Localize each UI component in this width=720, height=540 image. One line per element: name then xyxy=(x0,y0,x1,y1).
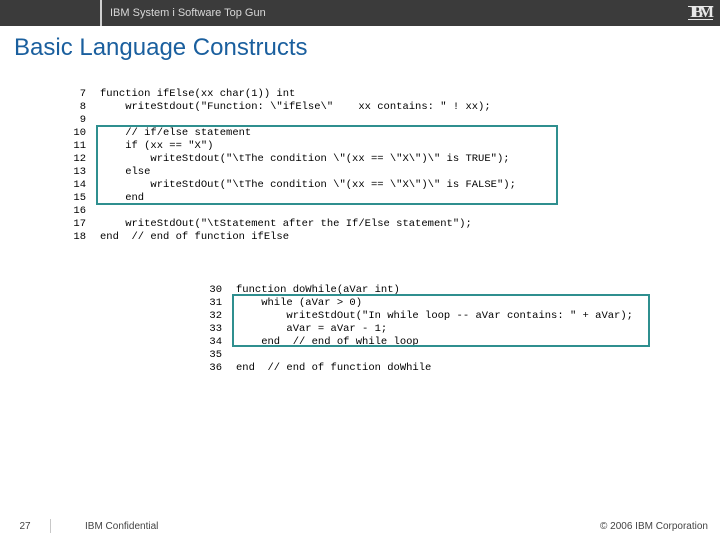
line-number: 14 xyxy=(64,179,86,192)
header-left: IBM System i Software Top Gun xyxy=(0,0,266,26)
content-area: 7function ifElse(xx char(1)) int8 writeS… xyxy=(0,66,720,506)
code-line: 35 xyxy=(200,349,660,362)
footer-divider xyxy=(50,519,51,533)
line-number: 12 xyxy=(64,153,86,166)
code-line: 16 xyxy=(64,205,594,218)
line-number: 31 xyxy=(200,297,222,310)
line-number: 33 xyxy=(200,323,222,336)
line-number: 11 xyxy=(64,140,86,153)
line-text: end // end of function ifElse xyxy=(100,231,289,243)
line-text: writeStdout("Function: \"ifElse\" xx con… xyxy=(100,101,491,113)
line-number: 13 xyxy=(64,166,86,179)
line-number: 7 xyxy=(64,88,86,101)
line-number: 9 xyxy=(64,114,86,127)
line-number: 8 xyxy=(64,101,86,114)
highlight-box-1 xyxy=(96,125,558,205)
page-number: 27 xyxy=(0,521,50,532)
header-accent-bar xyxy=(100,0,102,26)
line-number: 16 xyxy=(64,205,86,218)
confidential-label: IBM Confidential xyxy=(85,521,158,532)
line-number: 18 xyxy=(64,231,86,244)
highlight-box-2 xyxy=(232,294,650,347)
code-line: 17 writeStdOut("\tStatement after the If… xyxy=(64,218,594,231)
ibm-logo: IBM xyxy=(690,4,710,22)
line-number: 36 xyxy=(200,362,222,375)
line-text: function ifElse(xx char(1)) int xyxy=(100,88,295,100)
line-text: end // end of function doWhile xyxy=(236,362,431,374)
code-line: 36 end // end of function doWhile xyxy=(200,362,660,375)
slide-title: Basic Language Constructs xyxy=(0,26,720,66)
line-number: 34 xyxy=(200,336,222,349)
line-number: 15 xyxy=(64,192,86,205)
line-text: writeStdOut("\tStatement after the If/El… xyxy=(100,218,472,230)
line-number: 10 xyxy=(64,127,86,140)
footer: 27 IBM Confidential © 2006 IBM Corporati… xyxy=(0,512,720,540)
code-line: 18 end // end of function ifElse xyxy=(64,231,594,244)
line-number: 32 xyxy=(200,310,222,323)
code-line: 8 writeStdout("Function: \"ifElse\" xx c… xyxy=(64,101,594,114)
line-number: 35 xyxy=(200,349,222,362)
copyright-label: © 2006 IBM Corporation xyxy=(600,521,720,532)
code-line: 7 function ifElse(xx char(1)) int xyxy=(64,88,594,101)
line-number: 30 xyxy=(200,284,222,297)
product-name: IBM System i Software Top Gun xyxy=(110,7,266,19)
header-bar: IBM System i Software Top Gun IBM xyxy=(0,0,720,26)
line-number: 17 xyxy=(64,218,86,231)
